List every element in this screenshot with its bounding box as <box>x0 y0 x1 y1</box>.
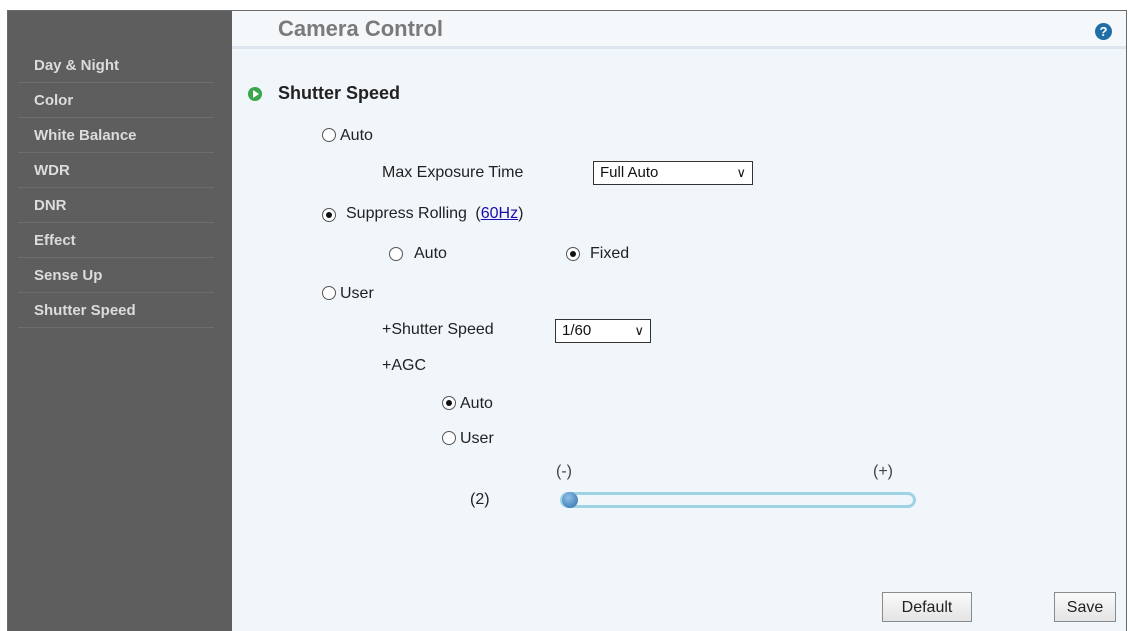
chevron-down-icon: ∨ <box>634 323 644 338</box>
sidebar-header <box>8 11 232 49</box>
help-icon[interactable]: ? <box>1095 23 1112 40</box>
mode-auto-radio[interactable] <box>322 128 336 142</box>
slider-min-label: (-) <box>556 463 572 480</box>
sidebar-item-sense-up[interactable]: Sense Up <box>18 259 214 293</box>
max-exposure-value: Full Auto <box>600 164 659 181</box>
main-panel: Camera Control ? Shutter Speed Auto Max … <box>232 11 1126 631</box>
max-exposure-select[interactable]: Full Auto ∨ <box>593 161 753 185</box>
agc-auto-radio[interactable] <box>442 396 456 410</box>
sidebar-item-shutter-speed[interactable]: Shutter Speed <box>18 294 214 328</box>
agc-slider-track[interactable] <box>560 492 916 508</box>
suppress-rolling-label: Suppress Rolling <box>346 205 467 222</box>
agc-slider-handle[interactable] <box>562 492 578 508</box>
shutter-speed-value: 1/60 <box>562 322 592 339</box>
shutter-speed-label: +Shutter Speed <box>382 321 494 338</box>
suppress-auto-radio[interactable] <box>389 247 403 261</box>
sidebar-item-effect[interactable]: Effect <box>18 224 214 258</box>
slider-value-label: (2) <box>470 491 490 508</box>
agc-auto-label: Auto <box>460 395 493 412</box>
agc-label: +AGC <box>382 357 427 374</box>
save-button[interactable]: Save <box>1054 592 1116 622</box>
mode-user-label: User <box>340 285 374 302</box>
sidebar-item-wdr[interactable]: WDR <box>18 154 214 188</box>
max-exposure-label: Max Exposure Time <box>382 164 524 181</box>
suppress-fixed-label: Fixed <box>590 245 630 262</box>
section-title: Shutter Speed <box>278 83 401 103</box>
chevron-down-icon: ∨ <box>736 165 746 180</box>
agc-user-radio[interactable] <box>442 431 456 445</box>
slider-max-label: (+) <box>873 463 893 480</box>
title-bar: Camera Control ? <box>232 11 1126 49</box>
play-circle-icon <box>248 87 262 101</box>
suppress-fixed-radio[interactable] <box>566 247 580 261</box>
page-title: Camera Control <box>278 16 444 41</box>
sidebar: Day & Night Color White Balance WDR DNR … <box>8 11 232 631</box>
sidebar-item-white-balance[interactable]: White Balance <box>18 119 214 153</box>
sidebar-item-dnr[interactable]: DNR <box>18 189 214 223</box>
agc-user-label: User <box>460 430 494 447</box>
suppress-auto-label: Auto <box>414 245 447 262</box>
suppress-rolling-text: Suppress Rolling (60Hz) <box>346 205 523 223</box>
suppress-rolling-paren-close: ) <box>518 205 524 222</box>
sidebar-item-color[interactable]: Color <box>18 84 214 118</box>
mode-user-radio[interactable] <box>322 286 336 300</box>
shutter-speed-select[interactable]: 1/60 ∨ <box>555 319 651 343</box>
sidebar-item-day-night[interactable]: Day & Night <box>18 49 214 83</box>
frequency-link[interactable]: 60Hz <box>481 205 518 222</box>
mode-suppress-rolling-radio[interactable] <box>322 208 336 222</box>
mode-auto-label: Auto <box>340 127 373 144</box>
default-button[interactable]: Default <box>882 592 972 622</box>
